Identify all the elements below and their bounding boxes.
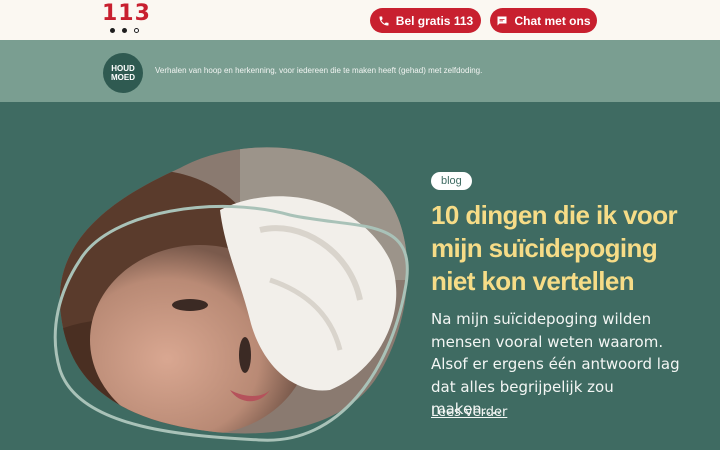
- phone-icon: [379, 16, 389, 25]
- site-header: 113 Bel gratis 113 Chat met ons: [0, 0, 720, 40]
- hero-image[interactable]: [40, 140, 420, 450]
- chat-button[interactable]: Chat met ons: [490, 8, 597, 33]
- badge-line-1: HOUD: [111, 64, 135, 73]
- badge-line-2: MOED: [111, 73, 135, 82]
- chat-button-label: Chat met ons: [514, 13, 591, 28]
- chat-bubble-icon: [497, 16, 507, 25]
- call-button-label: Bel gratis 113: [395, 13, 474, 28]
- article-excerpt: Na mijn suïcidepoging wilden mensen voor…: [431, 310, 680, 418]
- logo-text: 113: [102, 1, 151, 26]
- article-title[interactable]: 10 dingen die ik voor mijn suïcidepoging…: [431, 199, 691, 298]
- houd-moed-badge[interactable]: HOUD MOED: [103, 53, 143, 93]
- logo-dots: [110, 28, 140, 34]
- read-more-link[interactable]: Lees verder: [431, 405, 507, 420]
- intro-tagline: Verhalen van hoop en herkenning, voor ie…: [155, 66, 483, 75]
- call-113-button[interactable]: Bel gratis 113: [370, 8, 481, 33]
- logo-113[interactable]: 113: [102, 1, 151, 36]
- photo-content: [59, 147, 408, 434]
- category-pill[interactable]: blog: [431, 172, 472, 190]
